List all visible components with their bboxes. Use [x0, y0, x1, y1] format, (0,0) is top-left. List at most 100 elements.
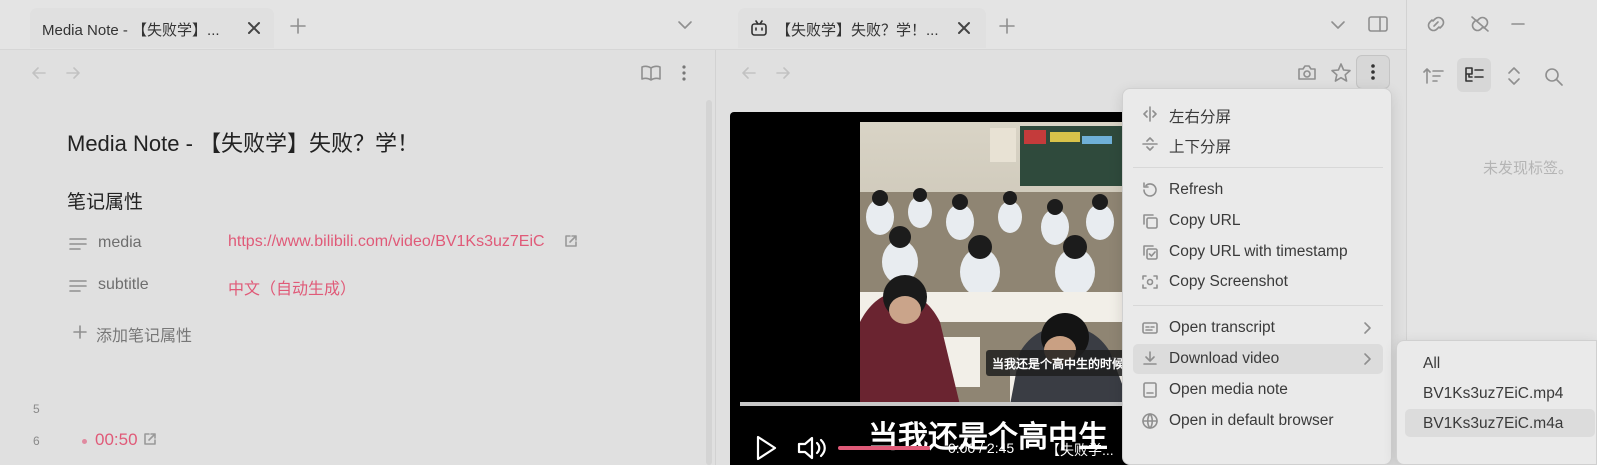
- menu-item-label: Download video: [1169, 350, 1280, 367]
- note-title: Media Note - 【失败学】失败？学！: [67, 131, 420, 156]
- more-options-button[interactable]: [1356, 55, 1390, 89]
- camera-icon[interactable]: [1296, 63, 1318, 83]
- note-pane: Media Note - 【失败学】失败？学！ 笔记属性 media https…: [0, 50, 716, 465]
- play-icon[interactable]: [754, 434, 778, 462]
- forward-arrow-icon[interactable]: [64, 64, 82, 82]
- more-options-icon[interactable]: [676, 63, 692, 83]
- tab-video[interactable]: 【失败学】失败？学！...: [738, 8, 986, 48]
- menu-item-label: Open in default browser: [1169, 412, 1334, 429]
- scrollbar[interactable]: [706, 100, 712, 465]
- video-caption-overlay: 当我还是个高中生的时候: [986, 350, 1130, 376]
- text-property-icon: [68, 237, 88, 251]
- menu-item-open-transcript[interactable]: Open transcript: [1133, 313, 1383, 343]
- screenshot-icon: [1141, 273, 1159, 291]
- bullet-dot: [82, 439, 87, 444]
- tab-list-chevron-icon[interactable]: [1330, 18, 1346, 32]
- properties-heading: 笔记属性: [67, 192, 144, 213]
- menu-item-label: Open transcript: [1169, 319, 1275, 336]
- sort-icon[interactable]: [1423, 66, 1445, 86]
- search-icon[interactable]: [1543, 66, 1565, 86]
- menu-item-label: Copy URL with timestamp: [1169, 243, 1348, 260]
- submenu-item-label: BV1Ks3uz7EiC.mp4: [1423, 385, 1564, 402]
- menu-item-copy-url-timestamp[interactable]: Copy URL with timestamp: [1133, 237, 1383, 267]
- submenu-item-all[interactable]: All: [1405, 349, 1595, 377]
- overlay-caption-text: 当我还是个高中生的时候: [992, 357, 1125, 371]
- reading-view-icon[interactable]: [640, 63, 662, 83]
- submenu-item-label: All: [1423, 355, 1441, 372]
- menu-item-open-browser[interactable]: Open in default browser: [1133, 406, 1383, 436]
- video-progress-bar[interactable]: [740, 402, 1130, 406]
- close-tab-icon[interactable]: [245, 19, 263, 37]
- copy-check-icon: [1141, 243, 1159, 261]
- menu-separator: [1133, 305, 1383, 306]
- menu-item-label: Open media note: [1169, 381, 1288, 398]
- menu-item-label: 上下分屏: [1169, 139, 1232, 156]
- line-number: 6: [33, 434, 40, 448]
- video-channel-text: 【失败学...: [1046, 442, 1114, 458]
- media-link[interactable]: https://www.bilibili.com/video/BV1Ks3uz7…: [228, 233, 545, 251]
- tree-icon: [1463, 65, 1485, 85]
- forward-arrow-icon[interactable]: [774, 64, 792, 82]
- menu-item-copy-screenshot[interactable]: Copy Screenshot: [1133, 267, 1383, 297]
- property-key: media: [98, 234, 142, 251]
- split-vertical-icon: [1141, 135, 1159, 153]
- tree-view-button[interactable]: [1457, 58, 1491, 92]
- add-property-button[interactable]: 添加笔记属性: [72, 322, 222, 345]
- transcript-icon: [1141, 319, 1159, 337]
- volume-icon[interactable]: [796, 434, 830, 462]
- property-row-media: media https://www.bilibili.com/video/BV1…: [68, 229, 628, 259]
- menu-item-label: Copy Screenshot: [1169, 273, 1288, 290]
- expand-collapse-icon[interactable]: [1505, 66, 1523, 86]
- tab-media-note[interactable]: Media Note - 【失败学】...: [30, 8, 274, 48]
- download-submenu: All BV1Ks3uz7EiC.mp4 BV1Ks3uz7EiC.m4a: [1396, 340, 1597, 465]
- new-tab-icon[interactable]: [998, 17, 1016, 35]
- unlink-icon[interactable]: [1469, 14, 1491, 34]
- timestamp-link[interactable]: 00:50: [95, 430, 138, 450]
- video-player[interactable]: 当我还是个高中生的时候 当我还是个高中生 0:00 / 2:45 【失败学...: [730, 112, 1130, 465]
- tab-title: 【失败学】失败？学！...: [776, 22, 939, 39]
- star-icon[interactable]: [1330, 62, 1352, 84]
- more-vertical-icon: [1365, 62, 1381, 82]
- video-frame: 当我还是个高中生的时候: [860, 122, 1130, 405]
- menu-item-copy-url[interactable]: Copy URL: [1133, 206, 1383, 236]
- left-tab-bar: Media Note - 【失败学】...: [0, 0, 716, 50]
- property-row-subtitle: subtitle 中文（自动生成）: [68, 271, 628, 301]
- menu-item-download-video[interactable]: Download video: [1133, 344, 1383, 374]
- refresh-icon: [1141, 181, 1159, 199]
- tab-list-chevron-icon[interactable]: [677, 18, 693, 32]
- empty-tags-text: 未发现标签。: [1483, 160, 1574, 177]
- external-link-icon[interactable]: [143, 432, 157, 446]
- menu-item-label: Copy URL: [1169, 212, 1241, 229]
- menu-item-open-media-note[interactable]: Open media note: [1133, 375, 1383, 405]
- back-arrow-icon[interactable]: [740, 64, 758, 82]
- submenu-item-m4a[interactable]: BV1Ks3uz7EiC.m4a: [1405, 409, 1595, 437]
- globe-icon: [1141, 412, 1159, 430]
- copy-icon: [1141, 212, 1159, 230]
- minimize-icon[interactable]: [1509, 15, 1527, 33]
- property-key: subtitle: [98, 276, 149, 293]
- menu-separator: [1133, 167, 1383, 168]
- volume-slider[interactable]: [838, 446, 930, 450]
- download-icon: [1141, 350, 1159, 368]
- split-horizontal-icon: [1141, 105, 1159, 123]
- menu-item-split-horizontal[interactable]: 左右分屏: [1133, 99, 1383, 129]
- menu-item-refresh[interactable]: Refresh: [1133, 175, 1383, 205]
- back-arrow-icon[interactable]: [30, 64, 48, 82]
- link-icon[interactable]: [1425, 14, 1447, 34]
- toggle-sidebar-icon[interactable]: [1367, 15, 1389, 33]
- submenu-item-mp4[interactable]: BV1Ks3uz7EiC.mp4: [1405, 379, 1595, 407]
- menu-item-label: Refresh: [1169, 181, 1224, 198]
- chevron-right-icon: [1361, 352, 1373, 366]
- menu-item-split-vertical[interactable]: 上下分屏: [1133, 129, 1383, 159]
- subtitle-value[interactable]: 中文（自动生成）: [228, 275, 356, 299]
- video-time: 0:00 / 2:45: [948, 440, 1015, 456]
- text-property-icon: [68, 279, 88, 293]
- context-menu: 左右分屏 上下分屏 Refresh Copy URL Copy URL with…: [1122, 88, 1392, 465]
- external-link-icon[interactable]: [564, 234, 578, 248]
- plus-icon: [72, 324, 88, 340]
- line-number: 5: [33, 402, 40, 416]
- new-tab-icon[interactable]: [289, 17, 307, 35]
- add-property-label: 添加笔记属性: [96, 328, 193, 345]
- submenu-item-label: BV1Ks3uz7EiC.m4a: [1423, 415, 1564, 432]
- close-tab-icon[interactable]: [955, 19, 973, 37]
